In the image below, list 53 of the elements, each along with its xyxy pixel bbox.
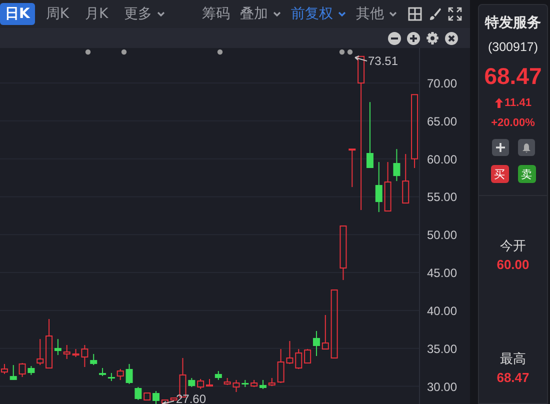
period-tab[interactable]: 周K	[40, 3, 74, 25]
caret-icon	[389, 11, 397, 17]
dropdown-button[interactable]: 其他	[351, 3, 402, 25]
event-dot	[347, 49, 353, 55]
price-change: 11.41	[504, 97, 532, 109]
grid-icon[interactable]	[408, 7, 422, 21]
percent-change: +20.00%	[491, 117, 535, 129]
stat-value: 68.47	[496, 370, 530, 385]
alert-button[interactable]	[518, 139, 534, 156]
brush-icon[interactable]	[428, 7, 442, 21]
zoom-out-icon[interactable]	[388, 32, 401, 44]
add-button[interactable]	[492, 139, 508, 156]
sell-button[interactable]: 卖	[518, 165, 536, 183]
period-tab[interactable]: 月K	[80, 3, 114, 25]
caret-icon	[273, 11, 281, 17]
event-dot	[339, 49, 345, 55]
caret-icon	[338, 11, 346, 17]
axis-label: 30.00	[427, 380, 458, 394]
fullscreen-icon[interactable]	[448, 7, 462, 21]
period-tab[interactable]: 日K	[0, 3, 35, 25]
close-icon[interactable]	[445, 32, 458, 44]
stat-label: 今开	[500, 238, 526, 255]
event-dot	[85, 49, 91, 55]
bell-icon	[522, 142, 530, 152]
axis-label: 35.00	[427, 342, 458, 356]
stock-name: 特发服务	[485, 14, 541, 32]
toolbar-button[interactable]: 筹码	[197, 3, 235, 25]
axis-label: 55.00	[427, 190, 458, 204]
price-label: 73.51	[368, 54, 398, 68]
stat-label: 最高	[500, 351, 526, 368]
event-dot	[121, 49, 127, 55]
stock-price: 68.47	[484, 63, 542, 90]
pointer-arrow	[354, 56, 368, 62]
pointer-arrow	[162, 400, 174, 404]
settings-icon[interactable]	[426, 32, 439, 44]
stock-code: (300917)	[488, 40, 538, 54]
axis-label: 70.00	[427, 76, 458, 91]
more-menu-button[interactable]: 更多	[119, 3, 170, 25]
event-dot	[217, 49, 223, 55]
axis-label: 65.00	[427, 114, 458, 128]
axis-label: 60.00	[427, 152, 458, 166]
plus-icon	[496, 143, 504, 152]
axis-label: 40.00	[427, 304, 458, 318]
caret-icon	[157, 11, 166, 17]
dropdown-button[interactable]: 叠加	[235, 3, 286, 25]
axis-label: 50.00	[427, 228, 458, 242]
up-arrow-icon	[494, 98, 503, 108]
zoom-in-icon[interactable]	[407, 32, 420, 44]
stat-value: 60.00	[496, 257, 530, 272]
buy-button[interactable]: 买	[490, 165, 508, 183]
dropdown-button[interactable]: 前复权	[286, 3, 351, 25]
axis-label: 45.00	[427, 266, 458, 280]
price-label: 27.60	[176, 392, 206, 404]
